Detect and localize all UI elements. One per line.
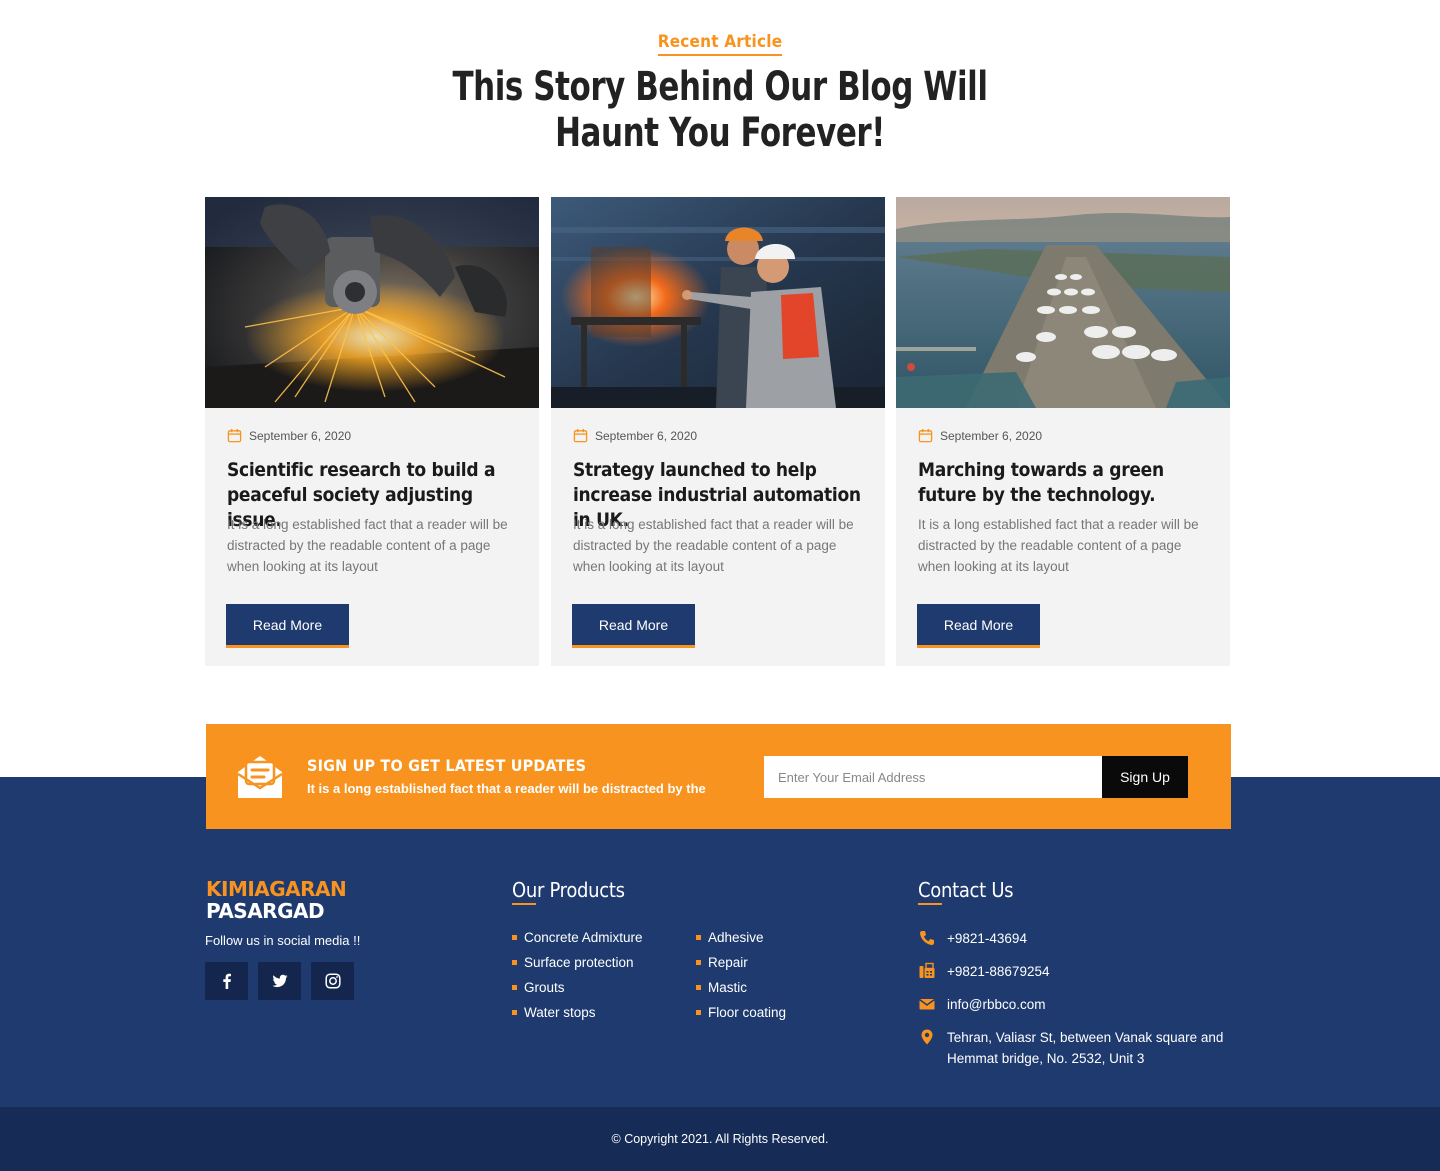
post-date-text: September 6, 2020 — [595, 428, 698, 443]
product-label: Concrete Admixture — [524, 930, 643, 945]
section-eyebrow: Recent Article — [0, 32, 1440, 56]
product-label: Mastic — [708, 980, 748, 995]
bullet-icon — [696, 935, 701, 940]
post-title[interactable]: Marching towards a green future by the t… — [918, 458, 1218, 508]
post-date-text: September 6, 2020 — [249, 428, 352, 443]
product-link[interactable]: Surface protection — [512, 950, 643, 975]
product-link[interactable]: Concrete Admixture — [512, 925, 643, 950]
bullet-icon — [696, 960, 701, 965]
logo-line-2: PASARGAD — [206, 899, 325, 923]
phone-icon — [920, 931, 934, 945]
bullet-icon — [696, 1010, 701, 1015]
post-date: September 6, 2020 — [227, 428, 351, 443]
location-pin-icon — [921, 1029, 933, 1045]
product-link[interactable]: Grouts — [512, 975, 643, 1000]
products-list-2: Adhesive Repair Mastic Floor coating — [696, 925, 786, 1025]
email-input[interactable] — [764, 756, 1102, 798]
mail-icon — [919, 998, 935, 1010]
social-links — [205, 962, 354, 1000]
blog-card: September 6, 2020 Scientific research to… — [205, 197, 539, 666]
contact-address: Tehran, Valiasr St, between Vanak square… — [918, 1027, 1227, 1069]
copyright-text: © Copyright 2021. All Rights Reserved. — [611, 1132, 829, 1146]
newsletter-banner: SIGN UP TO GET LATEST UPDATES It is a lo… — [206, 724, 1231, 829]
newsletter-title: SIGN UP TO GET LATEST UPDATES — [307, 756, 587, 775]
sign-up-button[interactable]: Sign Up — [1102, 756, 1188, 798]
post-excerpt: It is a long established fact that a rea… — [573, 517, 854, 574]
brand-logo[interactable]: KIMIAGARAN PASARGAD — [206, 877, 347, 923]
product-link[interactable]: Water stops — [512, 1000, 643, 1025]
post-date-text: September 6, 2020 — [940, 428, 1043, 443]
contact-phone[interactable]: +9821-43694 — [918, 928, 1027, 949]
product-label: Floor coating — [708, 1005, 787, 1020]
product-link[interactable]: Adhesive — [696, 925, 786, 950]
product-label: Water stops — [524, 1005, 596, 1020]
logo-line-1: KIMIAGARAN — [206, 877, 347, 901]
fax-number: +9821-88679254 — [947, 964, 1050, 979]
post-excerpt: It is a long established fact that a rea… — [918, 517, 1199, 574]
calendar-icon — [227, 428, 242, 443]
read-more-button[interactable]: Read More — [226, 604, 349, 648]
post-date: September 6, 2020 — [918, 428, 1042, 443]
headline-line-2: Haunt You Forever! — [555, 110, 885, 156]
products-heading: Our Products — [512, 878, 625, 905]
post-excerpt: It is a long established fact that a rea… — [227, 517, 508, 574]
phone-number: +9821-43694 — [947, 931, 1027, 946]
newsletter-subtitle: It is a long established fact that a rea… — [307, 781, 706, 796]
contact-email[interactable]: info@rbbco.com — [918, 994, 1046, 1015]
envelope-open-icon — [237, 756, 283, 798]
product-label: Grouts — [524, 980, 565, 995]
post-date: September 6, 2020 — [573, 428, 697, 443]
headline-line-1: This Story Behind Our Blog Will — [452, 64, 988, 110]
copyright-bar: © Copyright 2021. All Rights Reserved. — [0, 1107, 1440, 1171]
factory-engineers-image[interactable] — [551, 197, 885, 408]
contact-heading: Contact Us — [918, 878, 1014, 905]
blog-card: September 6, 2020 Marching towards a gre… — [896, 197, 1230, 666]
angle-grinder-sparks-image[interactable] — [205, 197, 539, 408]
instagram-link[interactable] — [311, 962, 354, 1000]
facebook-link[interactable] — [205, 962, 248, 1000]
product-link[interactable]: Repair — [696, 950, 786, 975]
product-link[interactable]: Floor coating — [696, 1000, 786, 1025]
section-headline: This Story Behind Our Blog Will Haunt Yo… — [101, 64, 1339, 156]
aerial-refinery-image[interactable] — [896, 197, 1230, 408]
facebook-icon — [222, 973, 231, 989]
read-more-button[interactable]: Read More — [572, 604, 695, 648]
twitter-icon — [272, 974, 287, 988]
product-label: Repair — [708, 955, 748, 970]
instagram-icon — [324, 973, 341, 989]
calendar-icon — [918, 428, 933, 443]
follow-text: Follow us in social media !! — [205, 933, 361, 948]
bullet-icon — [512, 1010, 517, 1015]
fax-icon — [919, 962, 935, 978]
bullet-icon — [512, 960, 517, 965]
product-label: Surface protection — [524, 955, 634, 970]
calendar-icon — [573, 428, 588, 443]
products-list-1: Concrete Admixture Surface protection Gr… — [512, 925, 643, 1025]
eyebrow-label: Recent Article — [657, 32, 783, 56]
product-link[interactable]: Mastic — [696, 975, 786, 1000]
email-address: info@rbbco.com — [947, 997, 1046, 1012]
bullet-icon — [512, 935, 517, 940]
product-label: Adhesive — [708, 930, 764, 945]
read-more-button[interactable]: Read More — [917, 604, 1040, 648]
bullet-icon — [696, 985, 701, 990]
twitter-link[interactable] — [258, 962, 301, 1000]
contact-fax[interactable]: +9821-88679254 — [918, 961, 1049, 982]
bullet-icon — [512, 985, 517, 990]
street-address: Tehran, Valiasr St, between Vanak square… — [947, 1030, 1224, 1066]
blog-card: September 6, 2020 Strategy launched to h… — [551, 197, 885, 666]
